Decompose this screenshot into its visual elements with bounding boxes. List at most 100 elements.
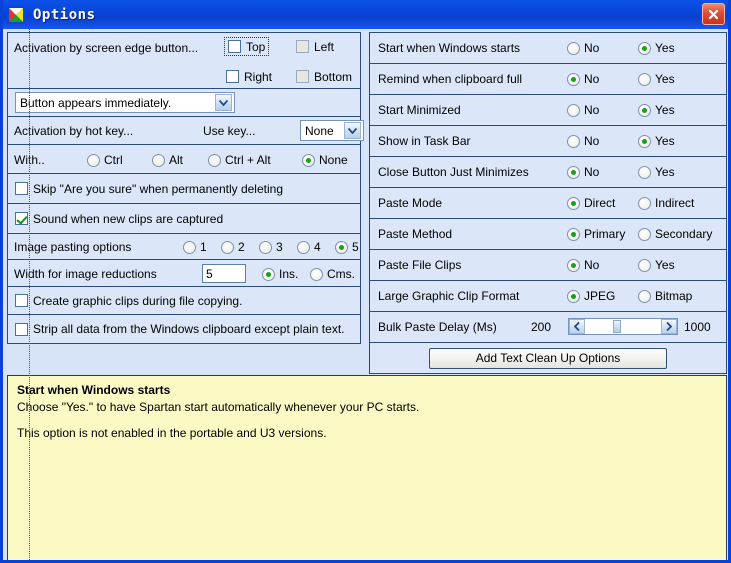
radio-paste-mode-direct-dot[interactable] bbox=[567, 196, 580, 210]
radio-show-in-task-bar-yes[interactable]: Yes bbox=[638, 134, 675, 148]
radio-paste-file-clips-yes-dot[interactable] bbox=[638, 258, 651, 272]
title-bar[interactable]: Options bbox=[3, 0, 728, 29]
radio-unit-inches[interactable]: Ins. bbox=[262, 267, 298, 281]
radio-modifier-alt-dot[interactable] bbox=[152, 153, 165, 167]
radio-paste-mode-indirect[interactable]: Indirect bbox=[638, 196, 694, 210]
radio-show-in-task-bar-no[interactable]: No bbox=[567, 134, 599, 148]
show-in-task-bar-label: Show in Task Bar bbox=[378, 134, 471, 148]
checkbox-strip-clipboard[interactable]: Strip all data from the Windows clipboar… bbox=[15, 322, 344, 336]
checkbox-skip-confirm[interactable]: Skip "Are you sure" when permanently del… bbox=[15, 182, 283, 195]
radio-image-paste-1-label: 1 bbox=[200, 240, 207, 254]
radio-unit-cms-dot[interactable] bbox=[310, 267, 323, 281]
radio-remind-clipboard-full-yes-dot[interactable] bbox=[638, 72, 651, 86]
radio-show-in-task-bar-no-dot[interactable] bbox=[567, 134, 580, 148]
radio-modifier-ctrl-dot[interactable] bbox=[87, 153, 100, 167]
radio-image-paste-3-dot[interactable] bbox=[259, 240, 272, 254]
radio-paste-method-secondary-label: Secondary bbox=[655, 227, 713, 241]
radio-paste-mode-indirect-dot[interactable] bbox=[638, 196, 651, 210]
radio-large-graphic-format-bitmap-dot[interactable] bbox=[638, 289, 651, 303]
checkbox-bottom-box[interactable] bbox=[296, 70, 309, 83]
radio-large-graphic-format-jpeg-dot[interactable] bbox=[567, 289, 580, 303]
radio-start-with-windows-yes[interactable]: Yes bbox=[638, 41, 675, 55]
use-key-combo[interactable]: None bbox=[300, 120, 364, 141]
radio-unit-cms[interactable]: Cms. bbox=[310, 267, 355, 281]
radio-remind-clipboard-full-no[interactable]: No bbox=[567, 72, 599, 86]
checkbox-left[interactable]: Left bbox=[296, 40, 334, 53]
radio-close-button-minimizes-yes[interactable]: Yes bbox=[638, 165, 675, 179]
radio-paste-file-clips-no[interactable]: No bbox=[567, 258, 599, 272]
radio-image-paste-1[interactable]: 1 bbox=[183, 240, 207, 254]
radio-show-in-task-bar-yes-dot[interactable] bbox=[638, 134, 651, 148]
image-width-input[interactable] bbox=[202, 264, 246, 283]
chevron-right-icon[interactable] bbox=[661, 319, 677, 334]
checkbox-right-box[interactable] bbox=[226, 70, 239, 83]
use-key-label: Use key... bbox=[203, 124, 256, 138]
radio-start-minimized-no-dot[interactable] bbox=[567, 103, 580, 117]
chevron-left-icon[interactable] bbox=[569, 319, 585, 334]
add-text-clean-up-options-label: Add Text Clean Up Options bbox=[475, 351, 621, 365]
bulk-paste-delay-track[interactable] bbox=[585, 319, 661, 334]
radio-start-minimized-yes[interactable]: Yes bbox=[638, 103, 675, 117]
row-graphic-clips-copy: Create graphic clips during file copying… bbox=[8, 287, 360, 315]
radio-paste-method-secondary[interactable]: Secondary bbox=[638, 227, 712, 241]
help-panel: Start when Windows starts Choose "Yes." … bbox=[7, 375, 727, 560]
radio-paste-method-primary[interactable]: Primary bbox=[567, 227, 625, 241]
radio-start-with-windows-no-dot[interactable] bbox=[567, 41, 580, 55]
radio-close-button-minimizes-yes-dot[interactable] bbox=[638, 165, 651, 179]
radio-paste-method-primary-dot[interactable] bbox=[567, 227, 580, 241]
radio-modifier-ctrl[interactable]: Ctrl bbox=[87, 153, 123, 167]
checkbox-top[interactable]: Top bbox=[223, 37, 270, 56]
radio-start-with-windows-yes-dot[interactable] bbox=[638, 41, 651, 55]
button-appearance-combo[interactable]: Button appears immediately. bbox=[15, 92, 235, 113]
radio-close-button-minimizes-no-label: No bbox=[584, 165, 600, 179]
chevron-down-icon[interactable] bbox=[215, 94, 232, 111]
window-title: Options bbox=[33, 6, 96, 23]
radio-paste-mode-direct[interactable]: Direct bbox=[567, 196, 615, 210]
checkbox-sound-capture[interactable]: Sound when new clips are captured bbox=[15, 212, 223, 225]
radio-image-paste-1-dot[interactable] bbox=[183, 240, 196, 254]
checkbox-left-box[interactable] bbox=[296, 40, 309, 53]
radio-paste-file-clips-no-dot[interactable] bbox=[567, 258, 580, 272]
radio-image-paste-4[interactable]: 4 bbox=[297, 240, 321, 254]
radio-modifier-none-dot[interactable] bbox=[302, 153, 315, 167]
bulk-paste-delay-thumb[interactable] bbox=[612, 320, 621, 333]
radio-large-graphic-format-jpeg[interactable]: JPEG bbox=[567, 289, 615, 303]
radio-image-paste-5[interactable]: 5 bbox=[335, 240, 359, 254]
bulk-paste-delay-slider[interactable] bbox=[568, 318, 678, 335]
close-icon[interactable] bbox=[702, 3, 725, 25]
checkbox-skip-confirm-box[interactable] bbox=[15, 182, 28, 195]
add-text-clean-up-options-button[interactable]: Add Text Clean Up Options bbox=[429, 347, 667, 369]
checkbox-top-box[interactable] bbox=[228, 40, 241, 53]
radio-modifier-ctrl-alt-dot[interactable] bbox=[208, 153, 221, 167]
checkbox-bottom[interactable]: Bottom bbox=[296, 70, 352, 83]
radio-modifier-none[interactable]: None bbox=[302, 153, 348, 167]
checkbox-graphic-clips-copy[interactable]: Create graphic clips during file copying… bbox=[15, 294, 242, 307]
checkbox-strip-clipboard-box[interactable] bbox=[15, 322, 28, 336]
radio-start-minimized-no[interactable]: No bbox=[567, 103, 599, 117]
radio-paste-method-secondary-dot[interactable] bbox=[638, 227, 651, 241]
radio-paste-file-clips-yes[interactable]: Yes bbox=[638, 258, 675, 272]
radio-image-paste-3[interactable]: 3 bbox=[259, 240, 283, 254]
row-paste-method: Paste Method Primary Secondary bbox=[370, 219, 726, 250]
checkbox-bottom-label: Bottom bbox=[314, 69, 353, 84]
radio-image-paste-2-dot[interactable] bbox=[221, 240, 234, 254]
start-with-windows-label: Start when Windows starts bbox=[378, 41, 521, 55]
chevron-down-icon[interactable] bbox=[344, 122, 361, 139]
checkbox-right-label: Right bbox=[244, 69, 273, 84]
radio-modifier-alt[interactable]: Alt bbox=[152, 153, 183, 167]
radio-image-paste-2[interactable]: 2 bbox=[221, 240, 245, 254]
checkbox-right[interactable]: Right bbox=[226, 70, 272, 83]
radio-modifier-ctrl-alt[interactable]: Ctrl + Alt bbox=[208, 153, 271, 167]
radio-image-paste-4-dot[interactable] bbox=[297, 240, 310, 254]
checkbox-graphic-clips-copy-box[interactable] bbox=[15, 294, 28, 307]
radio-image-paste-5-dot[interactable] bbox=[335, 240, 348, 254]
radio-unit-inches-dot[interactable] bbox=[262, 267, 275, 281]
radio-close-button-minimizes-no[interactable]: No bbox=[567, 165, 599, 179]
radio-close-button-minimizes-no-dot[interactable] bbox=[567, 165, 580, 179]
radio-remind-clipboard-full-no-dot[interactable] bbox=[567, 72, 580, 86]
radio-large-graphic-format-bitmap[interactable]: Bitmap bbox=[638, 289, 692, 303]
checkbox-sound-capture-box[interactable] bbox=[15, 212, 28, 225]
radio-remind-clipboard-full-yes[interactable]: Yes bbox=[638, 72, 675, 86]
radio-start-minimized-yes-dot[interactable] bbox=[638, 103, 651, 117]
radio-start-with-windows-no[interactable]: No bbox=[567, 41, 599, 55]
